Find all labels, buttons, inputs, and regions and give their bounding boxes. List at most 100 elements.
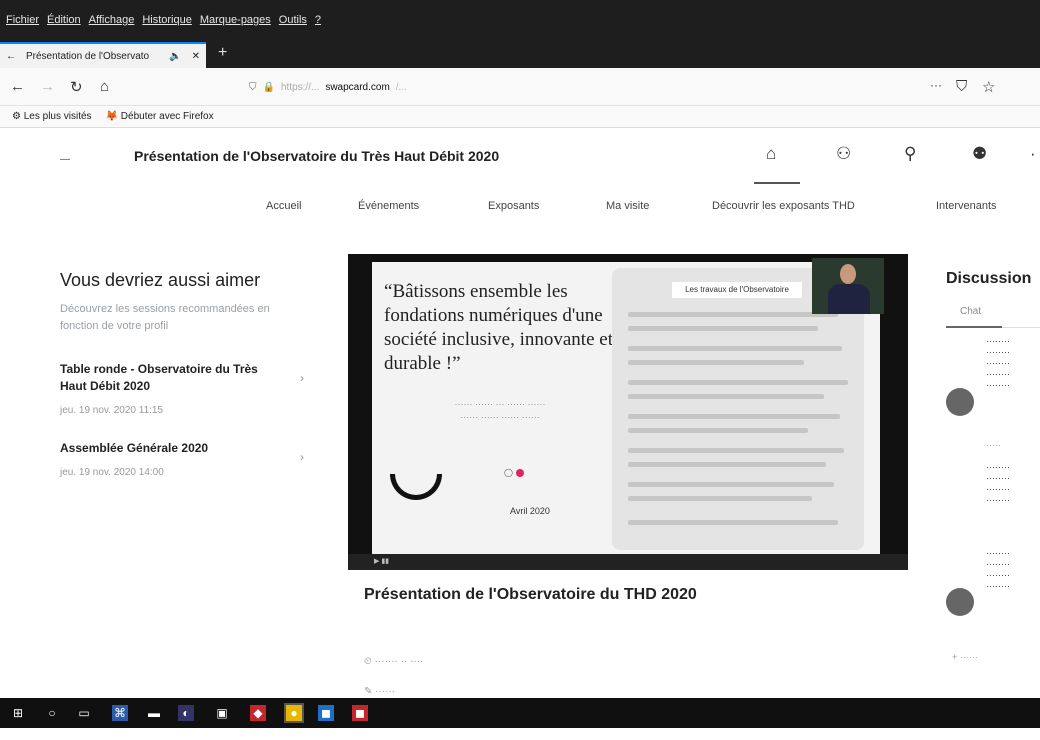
audio-icon[interactable]: 🔈 — [169, 51, 181, 62]
text-line — [628, 496, 812, 501]
shield-icon[interactable]: ⛉ — [249, 82, 257, 93]
chevron-right-icon: › — [300, 371, 304, 385]
app-icon[interactable]: ◼ — [318, 705, 334, 721]
new-tab-icon[interactable]: + — [218, 44, 227, 62]
text-line — [628, 448, 844, 453]
subnav-ma-visite[interactable]: Ma visite — [606, 200, 649, 212]
pin-icon[interactable]: ⚲ — [904, 144, 916, 164]
avatar — [946, 588, 974, 616]
bookmark-most-visited[interactable]: ⚙ Les plus visités — [12, 111, 92, 122]
bookmarks-bar: ⚙ Les plus visités 🦊 Débuter avec Firefo… — [0, 106, 1040, 128]
discussion-panel: Discussion Chat — [946, 270, 1040, 328]
app-icon[interactable]: ⌘ — [112, 705, 128, 721]
text-line — [628, 520, 838, 525]
search-icon[interactable]: ○ — [44, 705, 60, 721]
more-nav-icon[interactable]: · — [1030, 144, 1036, 164]
text-line — [628, 312, 838, 317]
speaker-head — [840, 264, 856, 284]
text-line — [628, 380, 848, 385]
app-icon[interactable]: ◼ — [352, 705, 368, 721]
people-icon[interactable]: ⚇ — [836, 144, 851, 164]
star-icon[interactable]: ☆ — [982, 78, 995, 96]
reload-icon[interactable]: ↻ — [70, 78, 83, 96]
pocket-icon[interactable]: ⛉ — [956, 78, 967, 95]
text-line — [628, 326, 818, 331]
lock-icon[interactable]: 🔒 — [263, 82, 275, 93]
chevron-right-icon: › — [300, 450, 304, 464]
subnav-evenements[interactable]: Événements — [358, 200, 419, 212]
session-item[interactable]: Table ronde - Observatoire du Très Haut … — [60, 361, 310, 416]
close-tab-icon[interactable]: ✕ — [192, 51, 200, 62]
tab-chat[interactable]: Chat — [960, 306, 981, 317]
recommendations-heading: Vous devriez aussi aimer — [60, 270, 261, 290]
subnav-decouvrir[interactable]: Découvrir les exposants THD — [712, 200, 855, 212]
slide-subtitle: ······ ······ ··· ······ ······ ······ ··… — [454, 399, 546, 422]
recommendations-description: Découvrez les sessions recommandées en f… — [60, 303, 270, 332]
home-nav-icon[interactable]: ⌂ — [766, 144, 776, 164]
active-nav-indicator — [754, 182, 800, 184]
menu-history[interactable]: Historique — [142, 14, 192, 26]
text-line — [628, 428, 808, 433]
home-icon[interactable]: ⌂ — [100, 78, 109, 95]
app-icon[interactable]: ▣ — [214, 705, 230, 721]
menu-edit[interactable]: Édition — [47, 14, 81, 26]
menu-help[interactable]: ? — [315, 14, 321, 26]
discussion-tabs: Chat — [946, 306, 1040, 328]
more-icon[interactable]: ··· — [930, 78, 942, 92]
presentation-slide: “Bâtissons ensemble les fondations numér… — [372, 262, 880, 554]
slide-date: Avril 2020 — [510, 506, 550, 516]
speaker-thumbnail — [812, 258, 884, 314]
subnav-exposants[interactable]: Exposants — [488, 200, 539, 212]
folder-icon[interactable]: ▬ — [146, 705, 162, 721]
session-date: jeu. 19 nov. 2020 11:15 — [60, 405, 164, 416]
back-icon[interactable]: ← — [10, 78, 25, 95]
text-line — [628, 482, 834, 487]
menu-icon[interactable]: — — [60, 154, 70, 165]
app-icon[interactable]: ◆ — [250, 705, 266, 721]
start-icon[interactable]: ⊞ — [10, 705, 26, 721]
url-bar[interactable]: ⛉ 🔒 https://... swapcard.com/... — [245, 75, 905, 99]
menu-tools[interactable]: Outils — [279, 14, 307, 26]
subnav-intervenants[interactable]: Intervenants — [936, 200, 997, 212]
speaker-body — [828, 284, 870, 314]
os-taskbar: ⊞ ○ ▭ ⌘ ▬ ◐ ▣ ◆ ● ◼ ◼ — [0, 698, 1040, 728]
url-domain: swapcard.com — [325, 81, 390, 93]
menu-bookmarks[interactable]: Marque-pages — [200, 14, 271, 26]
session-meta: ⏲ ······· ·· ···· — [364, 656, 424, 667]
bookmark-getting-started[interactable]: 🦊 Débuter avec Firefox — [106, 111, 214, 122]
page-title: Présentation de l'Observatoire du Très H… — [134, 148, 500, 164]
forward-icon[interactable]: → — [40, 78, 55, 95]
avatar — [946, 388, 974, 416]
text-line — [628, 360, 804, 365]
logo-arc — [390, 474, 442, 500]
task-view-icon[interactable]: ▭ — [76, 705, 92, 721]
users-icon[interactable]: ⚉ — [972, 144, 987, 164]
chat-timestamp: ····· — [986, 440, 1001, 450]
tab-strip: ← Présentation de l'Observato 🔈 ✕ + — [0, 38, 1040, 68]
firefox-icon[interactable]: ● — [284, 703, 304, 723]
session-item[interactable]: Assemblée Générale 2020 jeu. 19 nov. 202… — [60, 440, 310, 478]
chat-message: ········ ········ ········ ········ — [986, 462, 1010, 505]
text-line — [628, 414, 840, 419]
slide-quote: “Bâtissons ensemble les fondations numér… — [384, 281, 613, 374]
browser-tab[interactable]: ← Présentation de l'Observato 🔈 ✕ — [0, 42, 206, 68]
session-date: jeu. 19 nov. 2020 14:00 — [60, 467, 164, 478]
menu-view[interactable]: Affichage — [89, 14, 135, 26]
chat-message: ········ ········ ········ ········ — [986, 548, 1010, 591]
video-player[interactable]: “Bâtissons ensemble les fondations numér… — [348, 254, 908, 570]
recommendations-sidebar: Vous devriez aussi aimer Découvrez les s… — [60, 270, 310, 502]
panel-header: Les travaux de l'Observatoire — [672, 282, 802, 298]
active-tab-indicator — [946, 326, 1002, 328]
subnav-accueil[interactable]: Accueil — [266, 200, 301, 212]
text-line — [628, 346, 842, 351]
session-main-title: Présentation de l'Observatoire du THD 20… — [364, 586, 697, 603]
session-title: Table ronde - Observatoire du Très Haut … — [60, 362, 258, 393]
bottom-strip — [0, 728, 1040, 740]
menu-file[interactable]: Fichier — [6, 14, 39, 26]
chat-message: ········ ········ ········ ········ ········ — [986, 336, 1010, 390]
app-icon[interactable]: ◐ — [178, 705, 194, 721]
chat-input[interactable]: + ······ — [952, 652, 1040, 663]
video-control-bar[interactable]: ▶ ▮▮ — [348, 554, 908, 570]
brand-logo: ◯ — [504, 468, 524, 477]
text-line — [628, 462, 826, 467]
